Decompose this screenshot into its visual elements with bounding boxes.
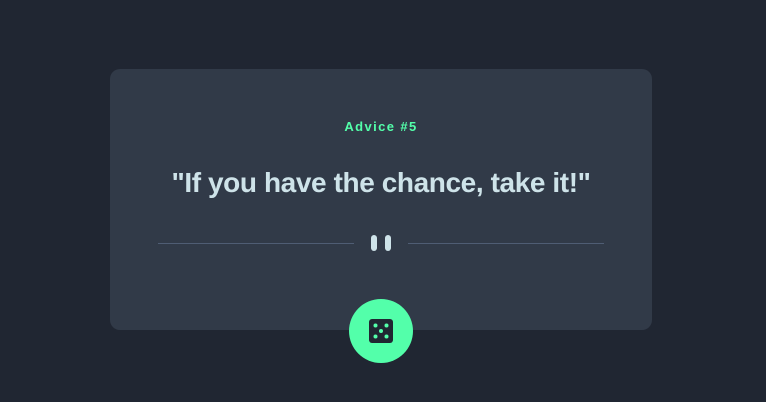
- divider-line-right: [408, 242, 604, 244]
- pause-icon: [371, 235, 391, 251]
- advice-number-label: Advice #5: [344, 119, 418, 134]
- divider-line-left: [158, 242, 354, 244]
- dice-icon: [369, 319, 393, 343]
- divider: [158, 235, 604, 251]
- new-advice-button[interactable]: [349, 299, 413, 363]
- advice-card: Advice #5 "If you have the chance, take …: [110, 69, 652, 330]
- advice-quote: "If you have the chance, take it!": [171, 167, 591, 198]
